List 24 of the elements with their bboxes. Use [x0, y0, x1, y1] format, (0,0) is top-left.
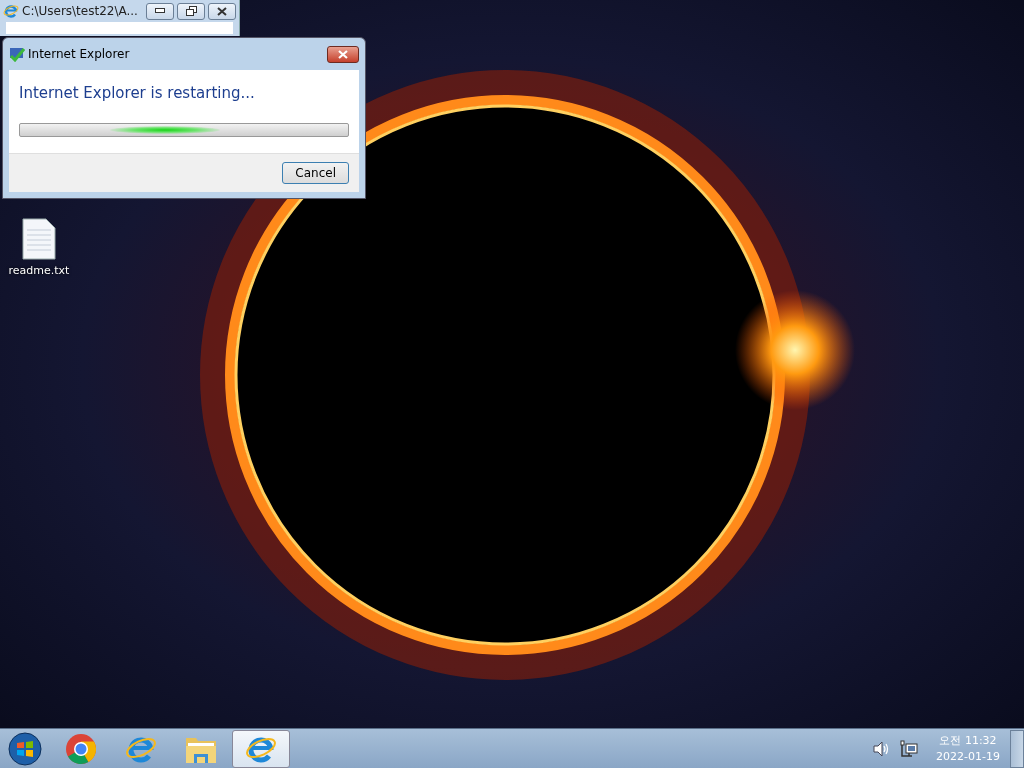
- close-icon: [217, 6, 227, 16]
- file-label[interactable]: readme.txt: [8, 263, 70, 280]
- restore-icon: [185, 6, 197, 16]
- browser-icon: [3, 3, 19, 19]
- restore-button[interactable]: [177, 2, 205, 20]
- taskbar-button[interactable]: [232, 729, 290, 768]
- chrome-logo-icon: [65, 732, 97, 765]
- dialog-message: Internet Explorer is restarting...: [19, 83, 256, 104]
- windows-logo-icon: [8, 731, 42, 766]
- minimize-button[interactable]: [146, 2, 174, 20]
- dialog-title: Internet Explorer: [28, 46, 130, 63]
- clock-date: 2022-01-19: [936, 748, 1000, 765]
- close-button[interactable]: [327, 45, 359, 63]
- program-icon: [9, 46, 25, 62]
- close-button[interactable]: [208, 2, 236, 20]
- network-icon[interactable]: [900, 739, 919, 758]
- minimize-icon: [155, 8, 165, 14]
- clock-time: 오전 11:32: [938, 732, 998, 749]
- window-title: C:\Users\test22\A...: [22, 3, 138, 20]
- cancel-button[interactable]: Cancel: [282, 162, 349, 184]
- show-desktop-button[interactable]: [1010, 729, 1024, 768]
- volume-icon[interactable]: [872, 740, 891, 757]
- text-file-icon[interactable]: [22, 218, 56, 260]
- close-icon: [338, 49, 348, 59]
